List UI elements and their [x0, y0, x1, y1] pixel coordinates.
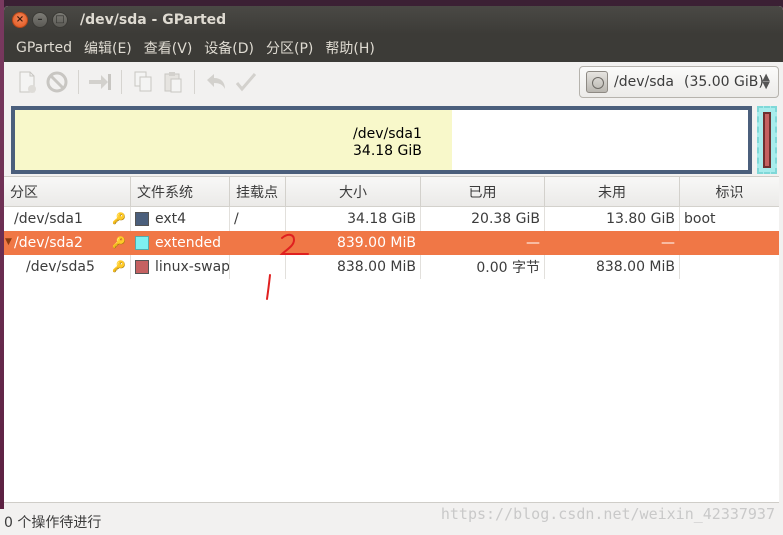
- device-size: (35.00 GiB): [683, 74, 764, 90]
- cell-used: —: [421, 231, 545, 255]
- column-header-filesystem[interactable]: 文件系统: [131, 177, 230, 206]
- toolbar-separator: [194, 70, 195, 94]
- column-header-unused[interactable]: 未用: [545, 177, 680, 206]
- expander-arrow-icon[interactable]: ▼: [5, 237, 12, 247]
- maximize-window-button[interactable]: □: [52, 12, 68, 28]
- resize-move-icon: [89, 74, 111, 90]
- disk-visualization: /dev/sda1 34.18 GiB: [4, 102, 783, 182]
- resize-move-button[interactable]: [85, 67, 115, 97]
- toolbar: /dev/sda (35.00 GiB) ▲ ▼: [4, 62, 783, 102]
- filesystem-color-swatch: [135, 260, 149, 274]
- cell-used: 0.00 字节: [421, 255, 545, 279]
- menu-gparted[interactable]: GParted: [10, 40, 78, 56]
- partition-map-extended[interactable]: [757, 106, 777, 174]
- cell-used: 20.38 GiB: [421, 207, 545, 231]
- column-header-used[interactable]: 已用: [421, 177, 545, 206]
- titlebar: × – □ /dev/sda - GParted: [4, 6, 783, 34]
- pending-operations-status: 0 个操作待进行: [4, 515, 102, 531]
- table-row[interactable]: /dev/sda1 🔑 ext4 / 34.18 GiB 20.38 GiB 1…: [4, 207, 779, 231]
- cell-partition: /dev/sda1 🔑: [4, 207, 131, 231]
- partition-map-label: /dev/sda1 34.18 GiB: [353, 126, 422, 160]
- filesystem-name: extended: [155, 235, 222, 251]
- apply-icon: [235, 73, 257, 92]
- filesystem-color-swatch: [135, 236, 149, 250]
- delete-icon: [46, 71, 68, 93]
- watermark-text: https://blog.csdn.net/weixin_42337937: [440, 505, 775, 523]
- cell-mountpoint: /: [230, 207, 286, 231]
- partition-name: /dev/sda2: [14, 235, 83, 251]
- partition-map-sda1[interactable]: /dev/sda1 34.18 GiB: [11, 106, 752, 174]
- menu-help[interactable]: 帮助(H): [319, 38, 380, 58]
- cell-partition: /dev/sda5 🔑: [4, 255, 131, 279]
- device-selector[interactable]: /dev/sda (35.00 GiB) ▲ ▼: [579, 66, 779, 98]
- handwritten-annotation-1: [266, 274, 271, 300]
- paste-button[interactable]: [158, 67, 188, 97]
- cell-filesystem: extended: [131, 231, 230, 255]
- cell-filesystem: ext4: [131, 207, 230, 231]
- handwritten-annotation-2: [279, 233, 309, 256]
- cell-unused: —: [545, 231, 680, 255]
- menu-partition[interactable]: 分区(P): [260, 38, 319, 58]
- menu-device[interactable]: 设备(D): [198, 38, 260, 58]
- column-header-partition[interactable]: 分区: [4, 177, 131, 206]
- table-row[interactable]: /dev/sda5 🔑 linux-swap 838.00 MiB 0.00 字…: [4, 255, 779, 279]
- delete-button[interactable]: [42, 67, 72, 97]
- undo-button[interactable]: [201, 67, 231, 97]
- table-row-selected[interactable]: ▼ /dev/sda2 🔑 extended 839.00 MiB — —: [4, 231, 779, 255]
- new-partition-icon: [19, 71, 36, 93]
- key-icon: 🔑: [112, 212, 126, 225]
- menu-edit[interactable]: 编辑(E): [78, 38, 138, 58]
- partition-table: 分区 文件系统 挂载点 大小 已用 未用 标识 /dev/sda1 🔑 ext4…: [4, 176, 779, 503]
- cell-size: 34.18 GiB: [286, 207, 421, 231]
- copy-button[interactable]: [128, 67, 158, 97]
- cell-unused: 838.00 MiB: [545, 255, 680, 279]
- undo-icon: [207, 74, 225, 89]
- filesystem-color-swatch: [135, 212, 149, 226]
- new-partition-button[interactable]: [12, 67, 42, 97]
- partition-map-name: /dev/sda1: [353, 126, 422, 142]
- window-title: /dev/sda - GParted: [80, 12, 227, 28]
- device-path: /dev/sda: [614, 74, 674, 90]
- cell-filesystem: linux-swap: [131, 255, 230, 279]
- apply-button[interactable]: [231, 67, 261, 97]
- key-icon: 🔑: [112, 260, 126, 273]
- menu-view[interactable]: 查看(V): [138, 38, 199, 58]
- column-header-size[interactable]: 大小: [286, 177, 421, 206]
- column-header-flags[interactable]: 标识: [680, 177, 779, 206]
- minimize-window-button[interactable]: –: [32, 12, 48, 28]
- hard-disk-icon: [586, 71, 608, 93]
- toolbar-separator: [121, 70, 122, 94]
- menubar: GParted 编辑(E) 查看(V) 设备(D) 分区(P) 帮助(H): [4, 34, 783, 62]
- partition-name: /dev/sda1: [14, 211, 83, 227]
- close-window-button[interactable]: ×: [12, 12, 28, 28]
- cell-partition: ▼ /dev/sda2 🔑: [4, 231, 131, 255]
- copy-icon: [134, 71, 152, 92]
- column-header-mountpoint[interactable]: 挂载点: [230, 177, 286, 206]
- dropdown-arrows-icon: ▲ ▼: [762, 72, 770, 91]
- partition-map-swap[interactable]: [763, 112, 771, 168]
- toolbar-separator: [78, 70, 79, 94]
- partition-name: /dev/sda5: [26, 259, 95, 275]
- cell-flags: [680, 255, 779, 279]
- filesystem-name: linux-swap: [155, 259, 230, 275]
- paste-icon: [164, 72, 182, 93]
- partition-map-size: 34.18 GiB: [353, 143, 422, 159]
- cell-unused: 13.80 GiB: [545, 207, 680, 231]
- cell-flags: boot: [684, 211, 716, 227]
- filesystem-name: ext4: [155, 211, 187, 227]
- cell-flags: [680, 231, 779, 255]
- table-header: 分区 文件系统 挂载点 大小 已用 未用 标识: [4, 177, 779, 207]
- key-icon: 🔑: [112, 236, 126, 249]
